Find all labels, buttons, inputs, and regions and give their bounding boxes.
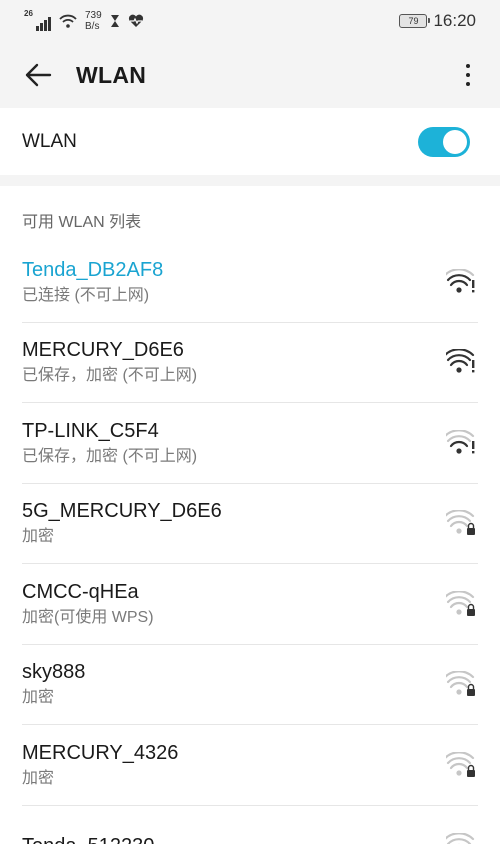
wifi-lock-icon (446, 751, 475, 777)
app-bar: WLAN (0, 42, 500, 108)
network-name: MERCURY_D6E6 (22, 339, 184, 362)
network-item[interactable]: MERCURY_D6E6 已保存，加密 (不可上网) (22, 323, 478, 403)
network-speed-value: 739 (85, 10, 102, 21)
network-item[interactable]: sky888 加密 (22, 645, 478, 725)
network-name: Tenda_DB2AF8 (22, 258, 164, 281)
cellular-signal-icon: 26 (24, 9, 51, 31)
network-item[interactable]: MERCURY_4326 加密 (22, 725, 478, 806)
network-text: MERCURY_D6E6 已保存，加密 (不可上网) (22, 337, 197, 387)
network-name: MERCURY_4326 (22, 741, 179, 764)
wifi-no-internet-icon (446, 429, 475, 454)
network-status: 加密 (22, 528, 55, 546)
more-options-button[interactable] (456, 57, 480, 93)
network-status: 加密 (22, 689, 55, 707)
network-status: 加密(可使用 WPS) (22, 608, 154, 626)
network-text: CMCC-qHEa 加密(可使用 WPS) (22, 579, 154, 629)
wifi-lock-icon (446, 671, 475, 697)
battery-level: 79 (408, 16, 419, 26)
network-text: Tenda_512230 (22, 833, 154, 844)
network-name: 5G_MERCURY_D6E6 (22, 500, 222, 523)
network-status: 加密 (22, 769, 55, 787)
network-item[interactable]: TP-LINK_C5F4 已保存，加密 (不可上网) (22, 403, 478, 484)
network-name: Tenda_512230 (22, 833, 154, 844)
network-text: 5G_MERCURY_D6E6 加密 (22, 498, 222, 548)
wifi-lock-icon (446, 590, 475, 616)
network-speed-unit: B/s (85, 21, 100, 32)
network-type-label: 26 (24, 9, 33, 18)
wifi-no-internet-icon (446, 349, 475, 373)
network-text: TP-LINK_C5F4 已保存，加密 (不可上网) (22, 418, 197, 468)
wifi-no-internet-icon (446, 268, 475, 293)
status-bar-left: 26 739 B/s (24, 9, 144, 32)
hourglass-icon (110, 15, 119, 27)
wlan-switch[interactable] (418, 126, 470, 157)
switch-knob (443, 129, 467, 154)
wlan-toggle-label: WLAN (22, 130, 77, 152)
network-text: sky888 加密 (22, 659, 85, 709)
network-text: Tenda_DB2AF8 已连接 (不可上网) (22, 257, 163, 307)
wlan-toggle-row: WLAN (0, 108, 500, 175)
wifi-lock-icon (446, 510, 475, 536)
network-speed: 739 B/s (85, 10, 102, 32)
network-status: 已保存，加密 (不可上网) (22, 367, 198, 385)
page-title: WLAN (76, 61, 147, 88)
network-status: 已保存，加密 (不可上网) (22, 447, 198, 465)
health-heart-icon (128, 14, 143, 27)
network-item[interactable]: 5G_MERCURY_D6E6 加密 (22, 484, 478, 564)
network-item[interactable]: CMCC-qHEa 加密(可使用 WPS) (22, 564, 478, 645)
network-name: TP-LINK_C5F4 (22, 419, 159, 442)
section-title: 可用 WLAN 列表 (22, 214, 142, 231)
back-button[interactable] (22, 59, 54, 91)
network-name: CMCC-qHEa (22, 580, 139, 603)
network-status: 已连接 (不可上网) (22, 286, 150, 304)
more-vertical-icon (466, 64, 470, 68)
clock: 16:20 (433, 11, 476, 30)
network-text: MERCURY_4326 加密 (22, 740, 178, 790)
wifi-status-icon (59, 14, 77, 28)
battery-icon: 79 (399, 14, 431, 28)
network-name: sky888 (22, 661, 86, 684)
network-item[interactable]: Tenda_512230 (22, 806, 478, 844)
network-list: 可用 WLAN 列表 Tenda_DB2AF8 已连接 (不可上网) MERCURY… (0, 186, 500, 844)
wifi-icon (446, 832, 475, 844)
status-bar: 26 739 B/s 79 16:20 (0, 0, 500, 42)
network-item[interactable]: Tenda_DB2AF8 已连接 (不可上网) (22, 242, 478, 323)
status-bar-right: 79 16:20 (399, 11, 476, 31)
arrow-left-icon (25, 63, 52, 87)
